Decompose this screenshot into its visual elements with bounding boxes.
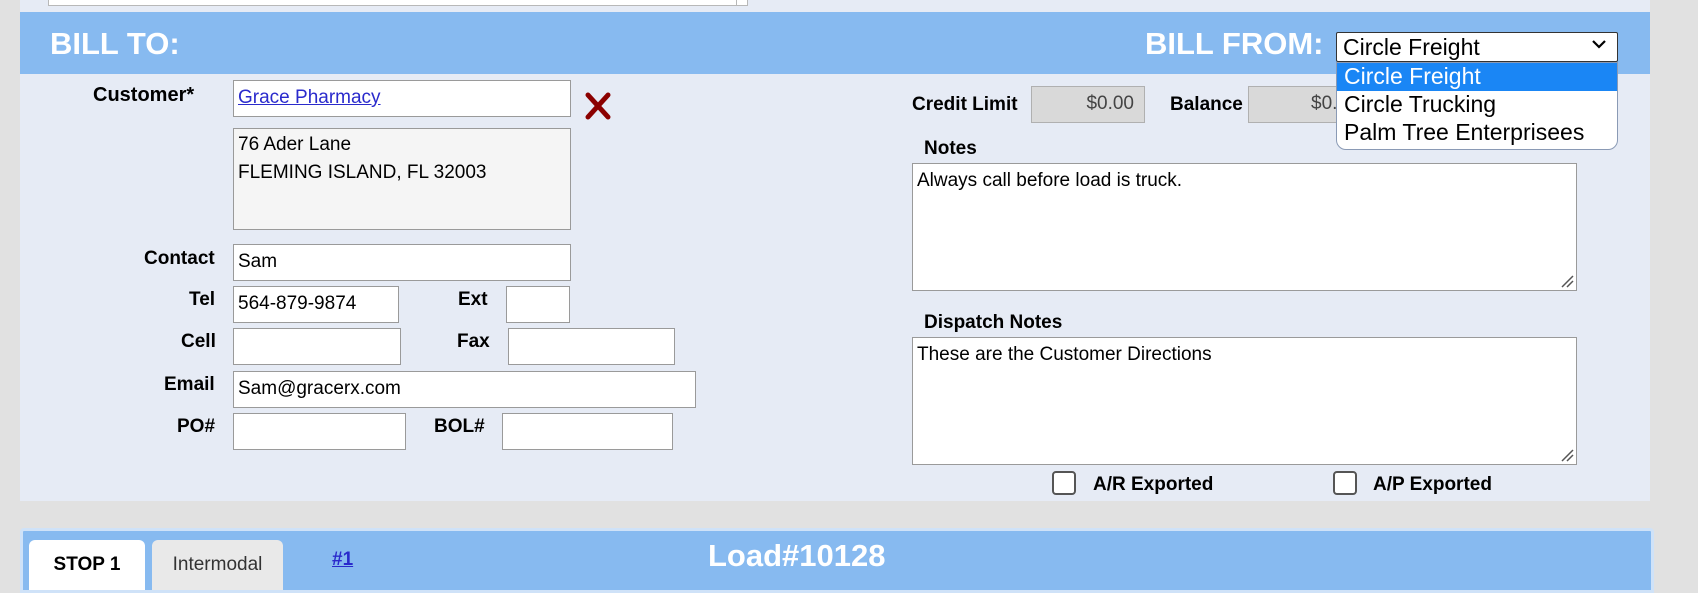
stops-panel: STOP 1 Intermodal #1 Load#10128 [20,528,1654,593]
notes-textarea[interactable]: Always call before load is truck. [912,163,1577,291]
customer-name-link[interactable]: Grace Pharmacy [238,87,381,108]
dispatch-notes-text: These are the Customer Directions [917,344,1212,365]
balance-label: Balance [1170,94,1243,115]
resize-grip-icon[interactable] [1560,448,1574,462]
customer-label: Customer* [93,84,195,106]
bill-from-option[interactable]: Circle Trucking [1337,91,1617,119]
bol-field[interactable] [502,413,673,450]
tab-intermodal[interactable]: Intermodal [152,540,283,590]
email-field[interactable]: Sam@gracerx.com [233,371,696,408]
load-title: Load#10128 [708,538,886,573]
ar-exported-checkbox[interactable] [1052,471,1076,495]
bill-from-option[interactable]: Circle Freight [1337,63,1617,91]
po-label: PO# [177,416,216,437]
notes-text: Always call before load is truck. [917,170,1183,191]
cell-label: Cell [181,331,216,352]
bill-from-dropdown-list: Circle Freight Circle Trucking Palm Tree… [1336,62,1618,150]
bill-from-selected-value: Circle Freight [1343,34,1480,60]
notes-label: Notes [924,138,977,159]
resize-grip-icon[interactable] [1560,274,1574,288]
address-line-2: FLEMING ISLAND, FL 32003 [238,162,487,183]
bill-to-title: BILL TO: [50,26,180,61]
delete-customer-icon[interactable] [585,92,611,120]
fax-label: Fax [457,331,490,352]
tel-label: Tel [189,289,216,310]
tel-field[interactable]: 564-879-9874 [233,286,399,323]
truncated-field-button[interactable] [736,0,766,6]
contact-field[interactable]: Sam [233,244,571,281]
dispatch-notes-label: Dispatch Notes [924,312,1063,333]
bill-from-option[interactable]: Palm Tree Enterprisees [1337,119,1617,147]
bill-from-title: BILL FROM: [1145,26,1324,61]
email-label: Email [164,374,215,395]
dispatch-notes-textarea[interactable]: These are the Customer Directions [912,337,1577,465]
ar-exported-label: A/R Exported [1093,474,1214,495]
po-field[interactable] [233,413,406,450]
tab-stop-1[interactable]: STOP 1 [29,540,145,590]
bill-from-select[interactable]: Circle Freight [1336,32,1618,62]
ap-exported-checkbox[interactable] [1333,471,1357,495]
cell-field[interactable] [233,328,401,365]
customer-name-field[interactable]: Grace Pharmacy [233,80,571,117]
chevron-down-icon [1591,36,1607,57]
ext-field[interactable] [506,286,570,323]
truncated-field[interactable] [48,0,748,6]
bol-label: BOL# [434,416,485,437]
credit-limit-field: $0.00 [1031,86,1145,123]
stop-link[interactable]: #1 [332,549,353,571]
previous-section-strip [20,0,1650,12]
customer-address-box: 76 Ader Lane FLEMING ISLAND, FL 32003 [233,128,571,230]
ap-exported-label: A/P Exported [1373,474,1492,495]
contact-label: Contact [144,248,215,269]
fax-field[interactable] [508,328,675,365]
ext-label: Ext [458,289,488,310]
address-line-1: 76 Ader Lane [238,134,352,155]
credit-limit-label: Credit Limit [912,94,1018,115]
